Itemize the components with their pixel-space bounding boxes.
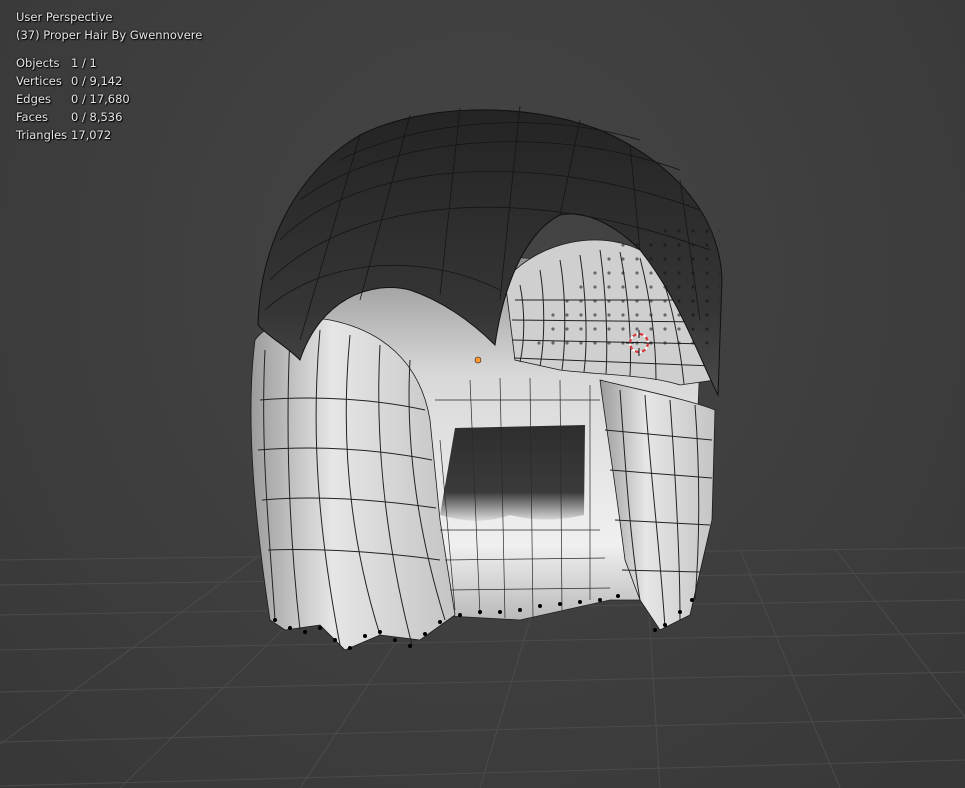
stat-row-faces: Faces 0 / 8,536 (16, 108, 202, 126)
origin-dot-icon (474, 356, 482, 364)
stat-label: Triangles (16, 128, 68, 142)
stat-label: Objects (16, 56, 60, 70)
stat-value: 0 / 17,680 (71, 92, 130, 106)
stat-value: 1 / 1 (71, 56, 97, 70)
stat-label: Faces (16, 110, 48, 124)
viewport-text-overlay: User Perspective (37) Proper Hair By Gwe… (16, 8, 202, 144)
3d-viewport[interactable]: User Perspective (37) Proper Hair By Gwe… (0, 0, 965, 788)
stat-row-edges: Edges 0 / 17,680 (16, 90, 202, 108)
view-name: User Perspective (16, 10, 113, 24)
stat-row-objects: Objects 1 / 1 (16, 54, 202, 72)
stat-row-triangles: Triangles 17,072 (16, 126, 202, 144)
hair-mesh[interactable] (250, 105, 723, 651)
stat-label: Edges (16, 92, 51, 106)
face-opening (440, 425, 585, 521)
stat-label: Vertices (16, 74, 62, 88)
stat-value: 17,072 (71, 128, 112, 142)
stat-value: 0 / 9,142 (71, 74, 123, 88)
stat-row-vertices: Vertices 0 / 9,142 (16, 72, 202, 90)
active-object-info: (37) Proper Hair By Gwennovere (16, 28, 203, 42)
scene-statistics: Objects 1 / 1 Vertices 0 / 9,142 Edges 0… (16, 54, 202, 144)
stat-value: 0 / 8,536 (71, 110, 123, 124)
